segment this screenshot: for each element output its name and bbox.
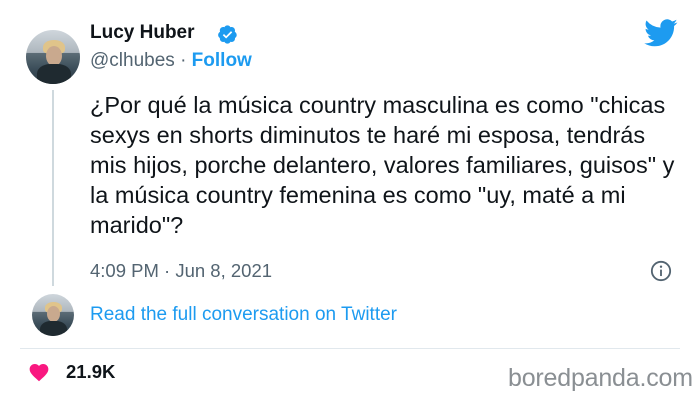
- author-name[interactable]: Lucy Huber: [90, 22, 195, 44]
- follow-button[interactable]: Follow: [192, 50, 252, 71]
- info-icon[interactable]: [650, 260, 672, 282]
- thread-line: [52, 90, 54, 286]
- watermark: boredpanda.com: [508, 364, 693, 392]
- thread-avatar[interactable]: [32, 294, 74, 336]
- like-count: 21.9K: [66, 361, 116, 382]
- handle-separator: ·: [180, 50, 187, 71]
- tweet-timestamp[interactable]: 4:09 PM · Jun 8, 2021: [90, 260, 272, 282]
- verified-badge-icon: [218, 25, 237, 44]
- author-handle[interactable]: @clhubes: [90, 50, 175, 71]
- handle-row: @clhubes · Follow: [90, 50, 252, 72]
- author-avatar[interactable]: [26, 30, 80, 84]
- avatar-body: [40, 321, 67, 336]
- divider: [20, 348, 680, 349]
- avatar-head: [46, 46, 62, 66]
- tweet-text: ¿Por qué la música country masculina es …: [90, 92, 675, 238]
- tweet-card: Lucy Huber @clhubes · Follow ¿Por qué la…: [0, 0, 700, 400]
- heart-icon[interactable]: [28, 362, 50, 382]
- read-conversation-link[interactable]: Read the full conversation on Twitter: [90, 304, 397, 326]
- avatar-body: [37, 64, 71, 84]
- twitter-bird-icon[interactable]: [644, 16, 678, 50]
- avatar-head: [47, 306, 60, 322]
